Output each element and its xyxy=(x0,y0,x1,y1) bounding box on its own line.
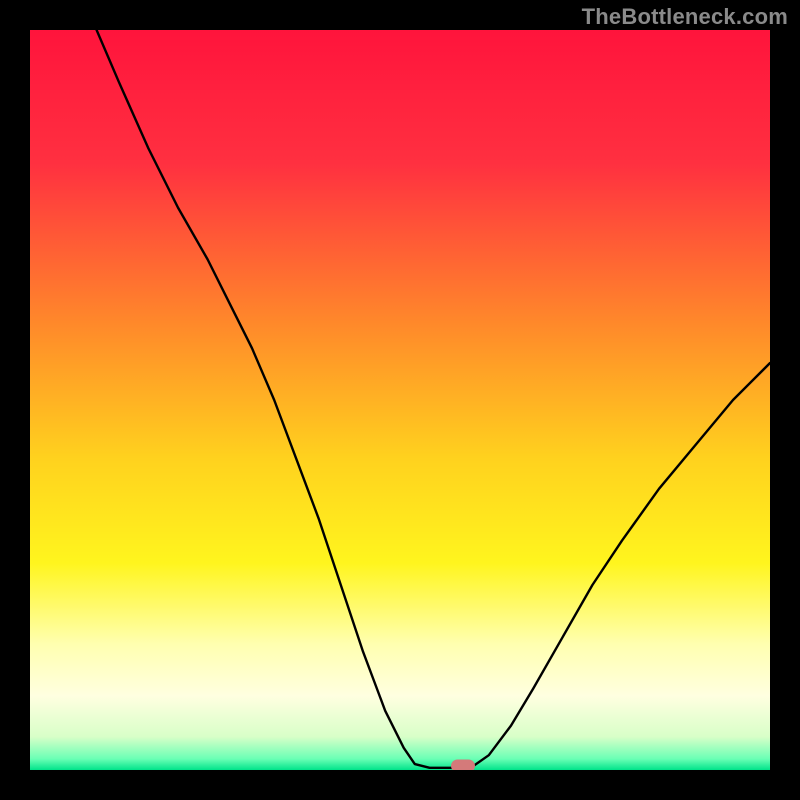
chart-frame: TheBottleneck.com xyxy=(0,0,800,800)
optimal-point-marker xyxy=(451,760,475,770)
watermark-text: TheBottleneck.com xyxy=(582,4,788,30)
plot-area xyxy=(30,30,770,770)
bottleneck-curve xyxy=(30,30,770,770)
